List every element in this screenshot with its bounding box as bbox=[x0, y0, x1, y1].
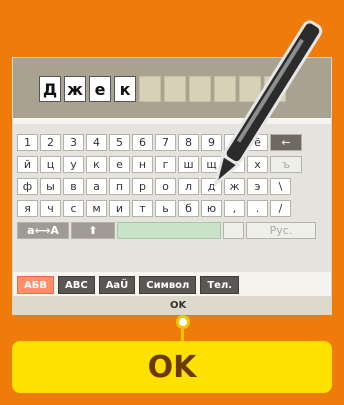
keyboard-row-1: 1 2 3 4 5 6 7 8 9 0 ё ← bbox=[17, 134, 302, 151]
key[interactable]: \ bbox=[270, 178, 291, 195]
key[interactable]: 4 bbox=[86, 134, 107, 151]
key[interactable]: г bbox=[155, 156, 176, 173]
key[interactable]: ф bbox=[17, 178, 38, 195]
key[interactable]: / bbox=[270, 200, 291, 217]
key[interactable]: ш bbox=[178, 156, 199, 173]
tab-symbols[interactable]: Символ bbox=[139, 276, 197, 294]
tab-phone[interactable]: Тел. bbox=[200, 276, 240, 294]
name-entry-bar: Д ж е к bbox=[13, 58, 331, 118]
case-switch-key[interactable]: а⟷А bbox=[17, 222, 69, 239]
keyboard-row-4: я ч с м и т ь б ю , . / bbox=[17, 200, 291, 217]
backspace-key[interactable]: ← bbox=[270, 134, 302, 151]
key[interactable]: з bbox=[224, 156, 245, 173]
key[interactable]: е bbox=[109, 156, 130, 173]
name-char-3: е bbox=[89, 76, 111, 102]
name-char-4: к bbox=[114, 76, 136, 102]
keyboard-row-2: й ц у к е н г ш щ з х ъ bbox=[17, 156, 302, 173]
name-empty-cell bbox=[239, 76, 261, 102]
keyboard-row-3: ф ы в а п р о л д ж э \ bbox=[17, 178, 291, 195]
key[interactable]: м bbox=[86, 200, 107, 217]
space-key[interactable] bbox=[117, 222, 221, 239]
key[interactable]: э bbox=[247, 178, 268, 195]
key[interactable]: й bbox=[17, 156, 38, 173]
screen-panel: Д ж е к 1 2 3 4 5 6 7 8 9 0 ё ← й ц у к … bbox=[12, 57, 332, 315]
key[interactable]: . bbox=[247, 200, 268, 217]
key[interactable]: ж bbox=[224, 178, 245, 195]
key[interactable]: ц bbox=[40, 156, 61, 173]
key[interactable]: ё bbox=[247, 134, 268, 151]
key[interactable]: в bbox=[63, 178, 84, 195]
enter-key[interactable]: ъ bbox=[270, 156, 302, 173]
key[interactable]: д bbox=[201, 178, 222, 195]
key[interactable]: 1 bbox=[17, 134, 38, 151]
tab-latin[interactable]: ABC bbox=[57, 276, 95, 294]
key[interactable]: л bbox=[178, 178, 199, 195]
keyboard: 1 2 3 4 5 6 7 8 9 0 ё ← й ц у к е н г ш … bbox=[13, 124, 331, 272]
key[interactable]: 5 bbox=[109, 134, 130, 151]
name-empty-cell bbox=[164, 76, 186, 102]
tab-cyrillic[interactable]: АБВ bbox=[17, 276, 54, 294]
key[interactable]: , bbox=[224, 200, 245, 217]
key[interactable]: ч bbox=[40, 200, 61, 217]
key[interactable]: я bbox=[17, 200, 38, 217]
key[interactable]: к bbox=[86, 156, 107, 173]
ok-small-label: OK bbox=[170, 300, 187, 311]
key[interactable]: х bbox=[247, 156, 268, 173]
key[interactable]: р bbox=[132, 178, 153, 195]
key[interactable]: 6 bbox=[132, 134, 153, 151]
name-empty-cell bbox=[189, 76, 211, 102]
key[interactable]: б bbox=[178, 200, 199, 217]
key[interactable]: ь bbox=[155, 200, 176, 217]
key[interactable]: 7 bbox=[155, 134, 176, 151]
key[interactable]: щ bbox=[201, 156, 222, 173]
key[interactable]: 9 bbox=[201, 134, 222, 151]
name-empty-cell bbox=[139, 76, 161, 102]
key[interactable]: 8 bbox=[178, 134, 199, 151]
name-char-2: ж bbox=[64, 76, 86, 102]
name-empty-cell bbox=[214, 76, 236, 102]
keyboard-mode-tabs: АБВ ABC AaÜ Символ Тел. bbox=[17, 276, 240, 294]
key[interactable]: ы bbox=[40, 178, 61, 195]
key-spacer[interactable] bbox=[223, 222, 244, 239]
pointer-stem bbox=[181, 327, 184, 342]
key[interactable]: у bbox=[63, 156, 84, 173]
name-cells: Д ж е к bbox=[39, 76, 286, 102]
key[interactable]: п bbox=[109, 178, 130, 195]
key[interactable]: с bbox=[63, 200, 84, 217]
key[interactable]: н bbox=[132, 156, 153, 173]
tab-accented[interactable]: AaÜ bbox=[98, 276, 136, 294]
key[interactable]: ю bbox=[201, 200, 222, 217]
language-key[interactable]: Рус. bbox=[246, 222, 316, 239]
key[interactable]: о bbox=[155, 178, 176, 195]
key[interactable]: т bbox=[132, 200, 153, 217]
key[interactable]: 2 bbox=[40, 134, 61, 151]
key[interactable]: а bbox=[86, 178, 107, 195]
name-char-1: Д bbox=[39, 76, 61, 102]
shift-key[interactable]: ⬆ bbox=[71, 222, 115, 239]
key[interactable]: и bbox=[109, 200, 130, 217]
key[interactable]: 3 bbox=[63, 134, 84, 151]
name-empty-cell bbox=[264, 76, 286, 102]
keyboard-row-5: а⟷А ⬆ Рус. bbox=[17, 222, 316, 239]
ok-button[interactable]: OK bbox=[12, 341, 332, 393]
key[interactable]: 0 bbox=[224, 134, 245, 151]
